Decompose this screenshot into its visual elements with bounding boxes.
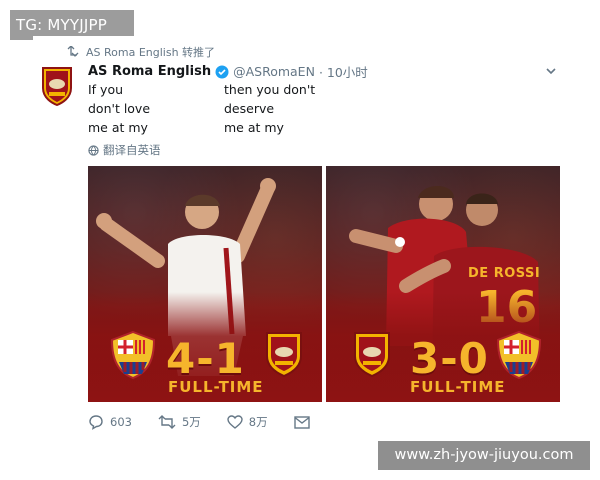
retweet-icon (158, 415, 176, 429)
full-time-label: FULL-TIME (168, 378, 264, 396)
tweet-line: me at my me at my (88, 120, 284, 135)
retweet-count: 5万 (181, 415, 201, 429)
retweet-icon (67, 46, 79, 57)
media-image-right[interactable]: DE ROSSI 16 3-0 FULL-TIME (326, 166, 560, 402)
like-count: 8万 (248, 415, 268, 429)
author-name[interactable]: AS Roma English (88, 64, 211, 79)
tweet-time[interactable]: · 10小时 (319, 62, 368, 81)
reply-button[interactable]: 603 (88, 414, 132, 430)
full-time-label: FULL-TIME (410, 378, 506, 396)
avatar[interactable] (40, 64, 74, 107)
tweet-actions: 603 5万 8万 (88, 414, 336, 430)
tweet-line: If you then you don't (88, 82, 316, 97)
match-score: 3-0 (410, 334, 489, 383)
barcelona-crest-icon (496, 330, 542, 380)
reply-count: 603 (110, 415, 132, 429)
envelope-icon (293, 415, 310, 429)
author-handle[interactable]: @ASRomaEN (233, 64, 315, 79)
retweet-label[interactable]: AS Roma English 转推了 (86, 44, 215, 60)
reply-icon (89, 415, 103, 430)
roma-crest-icon (266, 332, 302, 378)
barcelona-crest-icon (110, 330, 156, 380)
match-score: 4-1 (166, 334, 245, 383)
translate-label[interactable]: 翻译自英语 (103, 142, 161, 158)
translate-link[interactable]: 翻译自英语 (88, 142, 161, 158)
tweet-header: AS Roma English @ASRomaEN · 10小时 (88, 62, 368, 81)
chevron-down-icon[interactable] (544, 64, 558, 78)
tweet-line: don't love deserve (88, 101, 275, 116)
like-button[interactable]: 8万 (227, 414, 268, 430)
retweet-indicator: AS Roma English 转推了 (66, 44, 215, 60)
heart-icon (227, 415, 243, 429)
tweet-text: If you then you don't don't love deserve… (88, 80, 315, 137)
watermark-bottom: www.zh-jyow-jiuyou.com (378, 441, 590, 470)
message-button[interactable] (293, 415, 310, 429)
verified-icon (215, 65, 229, 79)
retweet-button[interactable]: 5万 (158, 414, 201, 430)
jersey-name: DE ROSSI (468, 266, 541, 281)
media-image-left[interactable]: 4-1 FULL-TIME (88, 166, 322, 402)
roma-crest-icon (354, 332, 390, 378)
globe-icon (88, 144, 99, 156)
tweet-media[interactable]: 4-1 FULL-TIME DE ROSSI 16 (88, 166, 560, 402)
